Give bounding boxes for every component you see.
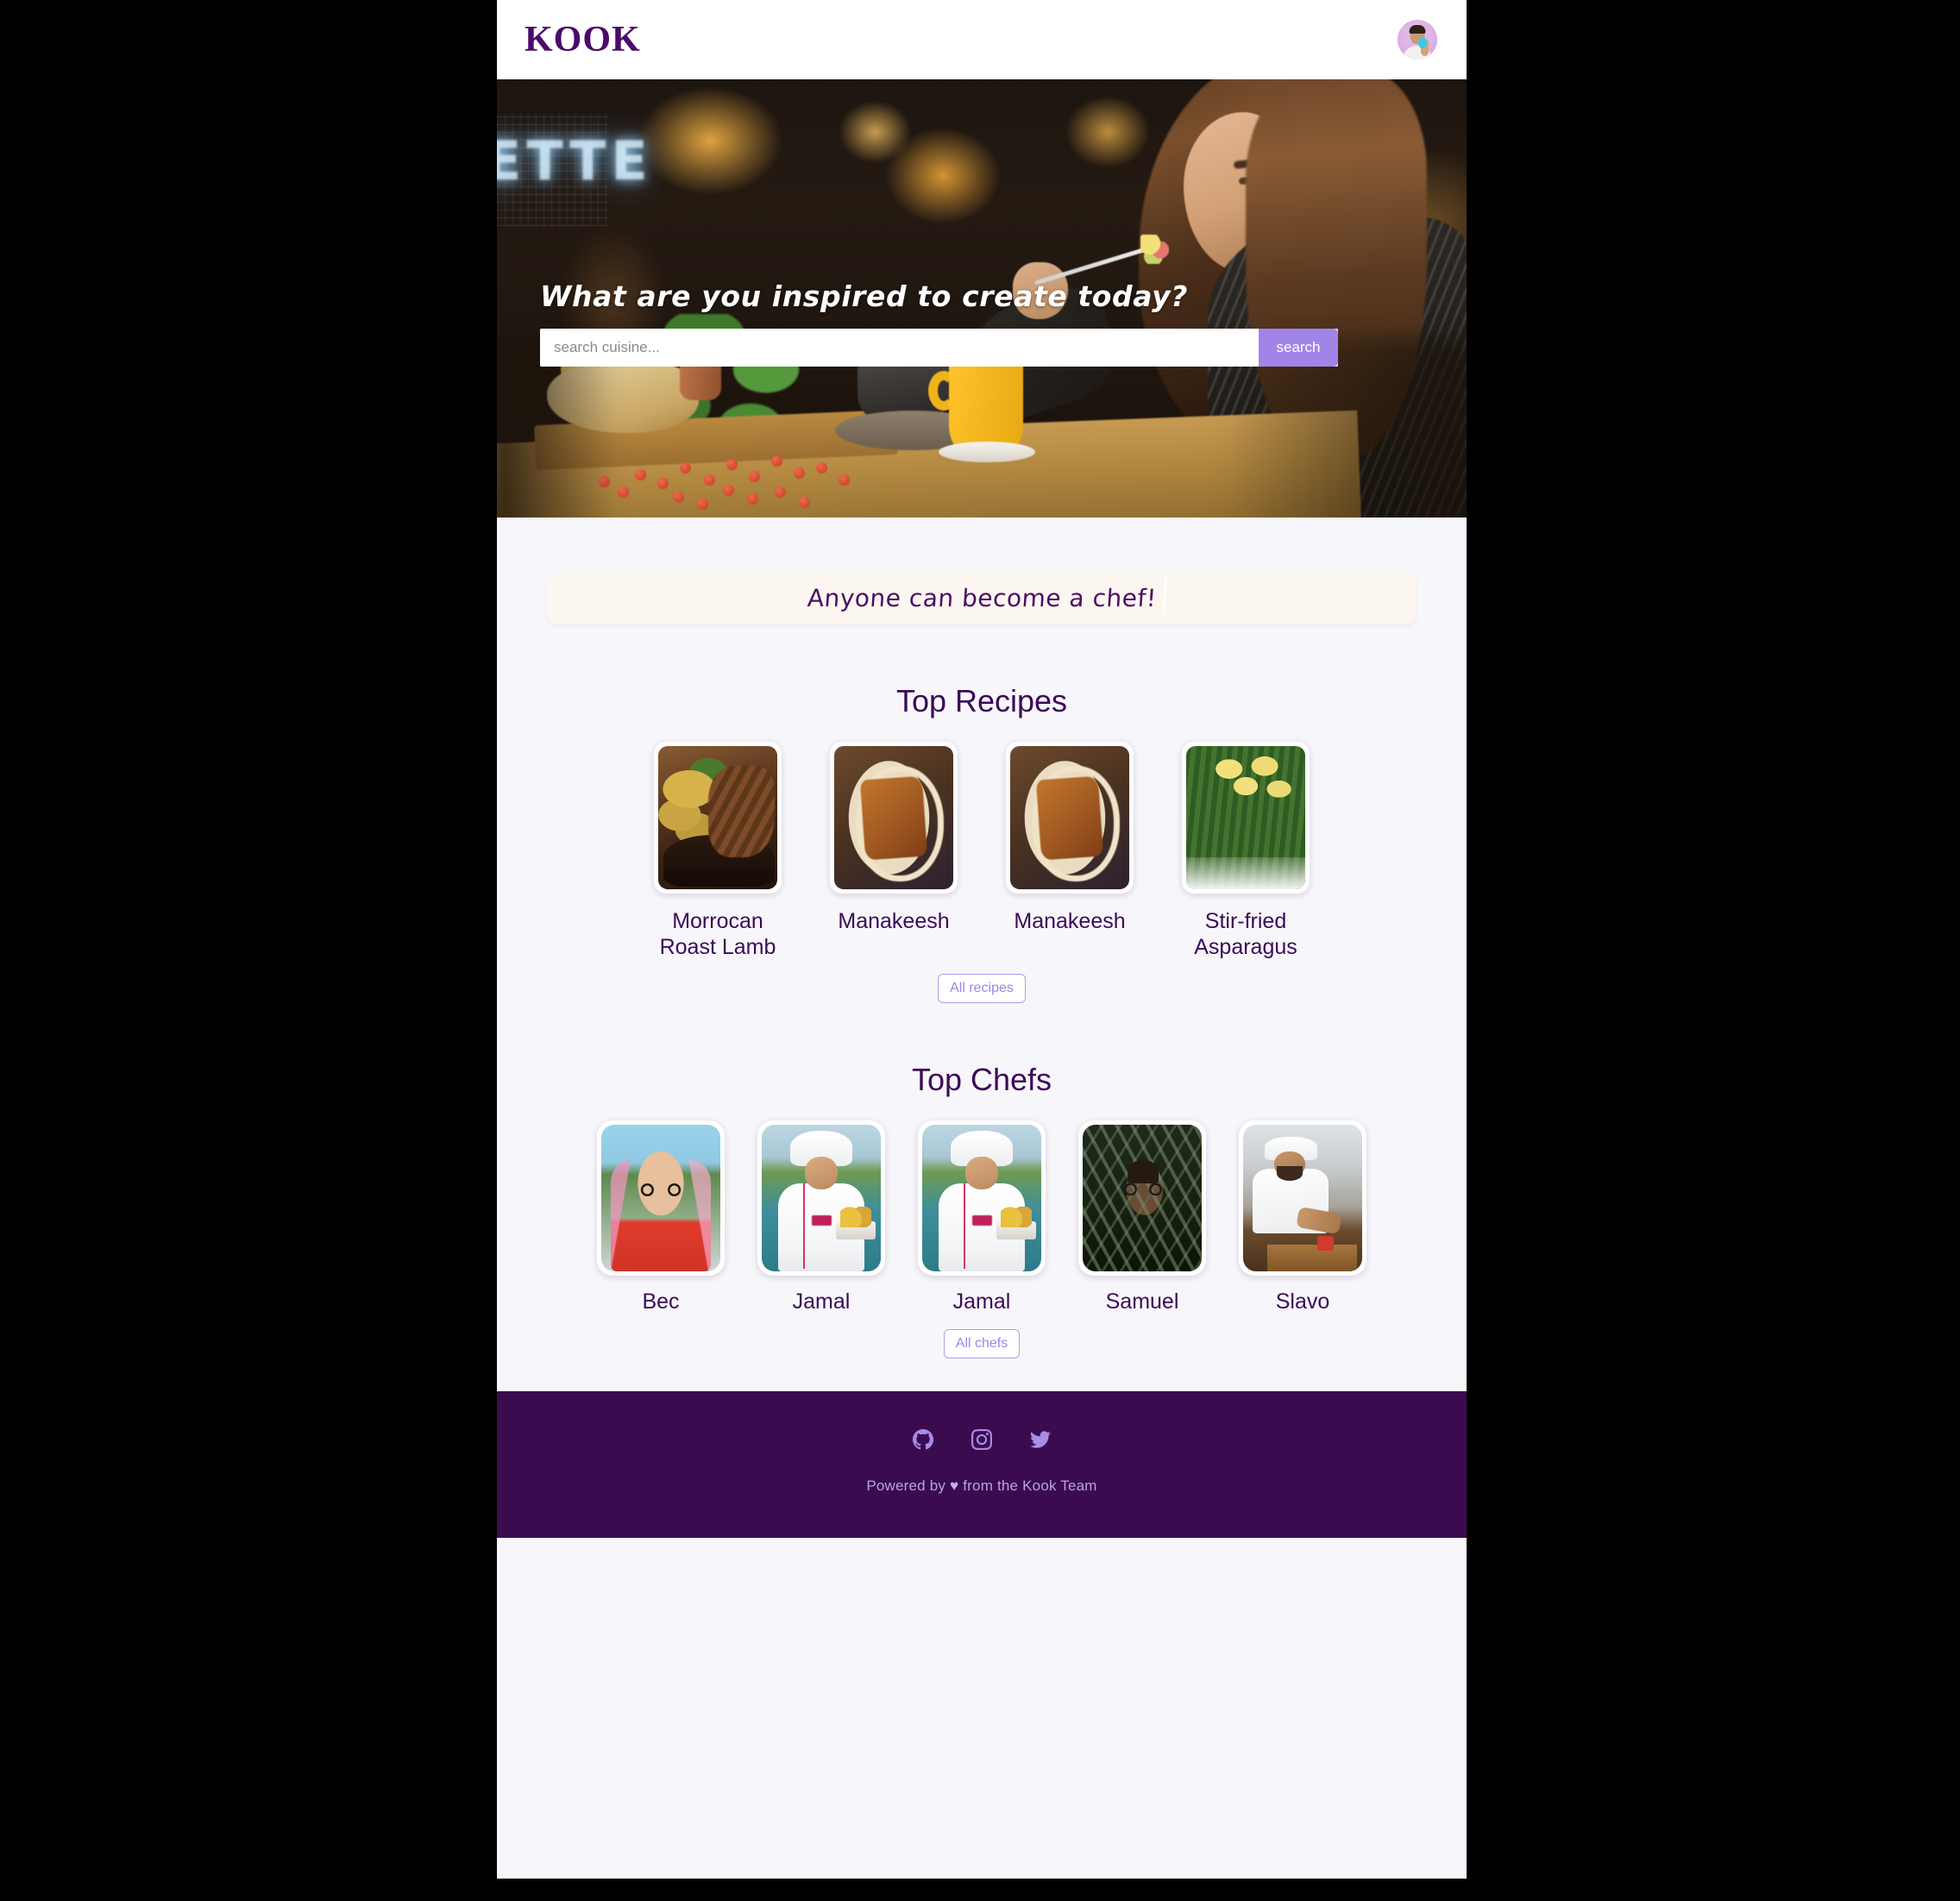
chef-name: Samuel — [1105, 1289, 1179, 1314]
chef-jacket-logo — [971, 1215, 993, 1227]
chef-thumbnail[interactable] — [1239, 1120, 1366, 1276]
recipe-name: Morrocan Roast Lamb — [659, 909, 776, 959]
chef-image-bec — [601, 1125, 720, 1271]
chef-card[interactable]: Bec — [597, 1120, 725, 1315]
hero-title: What are you inspired to create today? — [540, 279, 1188, 313]
chef-card[interactable]: Jamal — [757, 1120, 885, 1315]
chef-thumbnail[interactable] — [918, 1120, 1046, 1276]
twitter-icon — [1030, 1430, 1051, 1448]
chef-red-object — [1316, 1236, 1334, 1252]
recipe-card-list: Morrocan Roast Lamb Manakeesh Manakeesh — [497, 742, 1467, 960]
search-button[interactable]: search — [1259, 329, 1338, 367]
chef-image-samuel — [1083, 1125, 1202, 1271]
recipe-thumbnail[interactable] — [654, 742, 782, 894]
screen: KOOK ETTE What are you inspired to creat… — [0, 0, 1960, 1901]
recipe-name: Manakeesh — [838, 909, 950, 933]
twitter-link[interactable] — [1030, 1429, 1051, 1450]
social-links — [497, 1428, 1467, 1450]
instagram-link[interactable] — [971, 1428, 992, 1450]
chef-card-list: Bec Jamal Jamal Samuel Slavo — [497, 1120, 1467, 1315]
chef-image-slavo — [1243, 1125, 1362, 1271]
chef-card[interactable]: Samuel — [1078, 1120, 1206, 1315]
chef-card[interactable]: Slavo — [1239, 1120, 1366, 1315]
instagram-icon — [971, 1428, 992, 1450]
main-content: Anyone can become a chef! Top Recipes Mo… — [497, 518, 1467, 1358]
footer-credit: Powered by ♥ from the Kook Team — [497, 1478, 1467, 1495]
recipe-name: Stir-fried Asparagus — [1194, 909, 1297, 959]
footer-credit-prefix: Powered by — [866, 1477, 951, 1494]
hero-banner: ETTE What are you inspired to create tod… — [497, 79, 1467, 518]
recipe-image-morrocan-roast-lamb — [658, 746, 777, 889]
chef-jacket-stripe — [803, 1183, 806, 1269]
chef-tray-food — [1001, 1207, 1032, 1227]
chef-work-surface — [1266, 1245, 1358, 1271]
chef-face — [964, 1157, 999, 1189]
footer-credit-suffix: from the Kook Team — [958, 1477, 1097, 1494]
recipe-card[interactable]: Morrocan Roast Lamb — [654, 742, 782, 960]
tagline-text: Anyone can become a chef! — [806, 583, 1158, 612]
github-icon — [913, 1428, 933, 1449]
chef-name: Jamal — [952, 1289, 1011, 1314]
search-bar: search — [540, 329, 1338, 367]
chef-tray-food — [840, 1207, 871, 1227]
all-recipes-button[interactable]: All recipes — [938, 974, 1026, 1003]
chef-name: Bec — [642, 1289, 680, 1314]
chef-card[interactable]: Jamal — [918, 1120, 1046, 1315]
avatar-hair — [1409, 25, 1426, 34]
heart-icon: ♥ — [950, 1477, 959, 1494]
hero-copy: What are you inspired to create today? s… — [540, 279, 1338, 367]
github-link[interactable] — [913, 1428, 933, 1450]
search-input[interactable] — [540, 329, 1259, 367]
browser-window: KOOK ETTE What are you inspired to creat… — [497, 0, 1467, 1879]
recipe-thumbnail[interactable] — [830, 742, 958, 894]
chef-jacket-stripe — [964, 1183, 966, 1269]
site-header: KOOK — [497, 0, 1467, 79]
avatar-egg — [1417, 37, 1427, 48]
recipe-card[interactable]: Manakeesh — [1006, 742, 1134, 935]
recipe-thumbnail[interactable] — [1006, 742, 1134, 894]
all-recipes-row: All recipes — [497, 974, 1467, 1003]
recipe-image-stir-fried-asparagus — [1186, 746, 1305, 889]
chef-name: Slavo — [1275, 1289, 1330, 1314]
chef-jacket-logo — [811, 1215, 832, 1227]
recipe-card[interactable]: Stir-fried Asparagus — [1182, 742, 1310, 960]
chef-thumbnail[interactable] — [757, 1120, 885, 1276]
recipe-image-manakeesh — [834, 746, 953, 889]
brand-logo[interactable]: KOOK — [525, 19, 641, 60]
top-recipes-title: Top Recipes — [895, 683, 1068, 718]
recipe-card[interactable]: Manakeesh — [830, 742, 958, 935]
chef-beard — [1276, 1165, 1303, 1181]
chef-thumbnail[interactable] — [597, 1120, 725, 1276]
chef-image-jamal — [762, 1125, 881, 1271]
tagline-banner: Anyone can become a chef! — [547, 571, 1417, 624]
chef-thumbnail[interactable] — [1078, 1120, 1206, 1276]
user-avatar[interactable] — [1398, 20, 1437, 60]
chef-arm — [1296, 1206, 1342, 1234]
recipe-thumbnail[interactable] — [1182, 742, 1310, 894]
all-chefs-row: All chefs — [497, 1328, 1467, 1358]
all-chefs-button[interactable]: All chefs — [943, 1328, 1021, 1358]
chef-face — [804, 1157, 839, 1189]
chef-image-jamal — [922, 1125, 1041, 1271]
chef-name: Jamal — [792, 1289, 851, 1314]
recipe-name: Manakeesh — [1014, 909, 1126, 933]
top-chefs-title: Top Chefs — [911, 1062, 1052, 1097]
site-footer: Powered by ♥ from the Kook Team — [497, 1390, 1467, 1538]
recipe-image-manakeesh — [1010, 746, 1129, 889]
